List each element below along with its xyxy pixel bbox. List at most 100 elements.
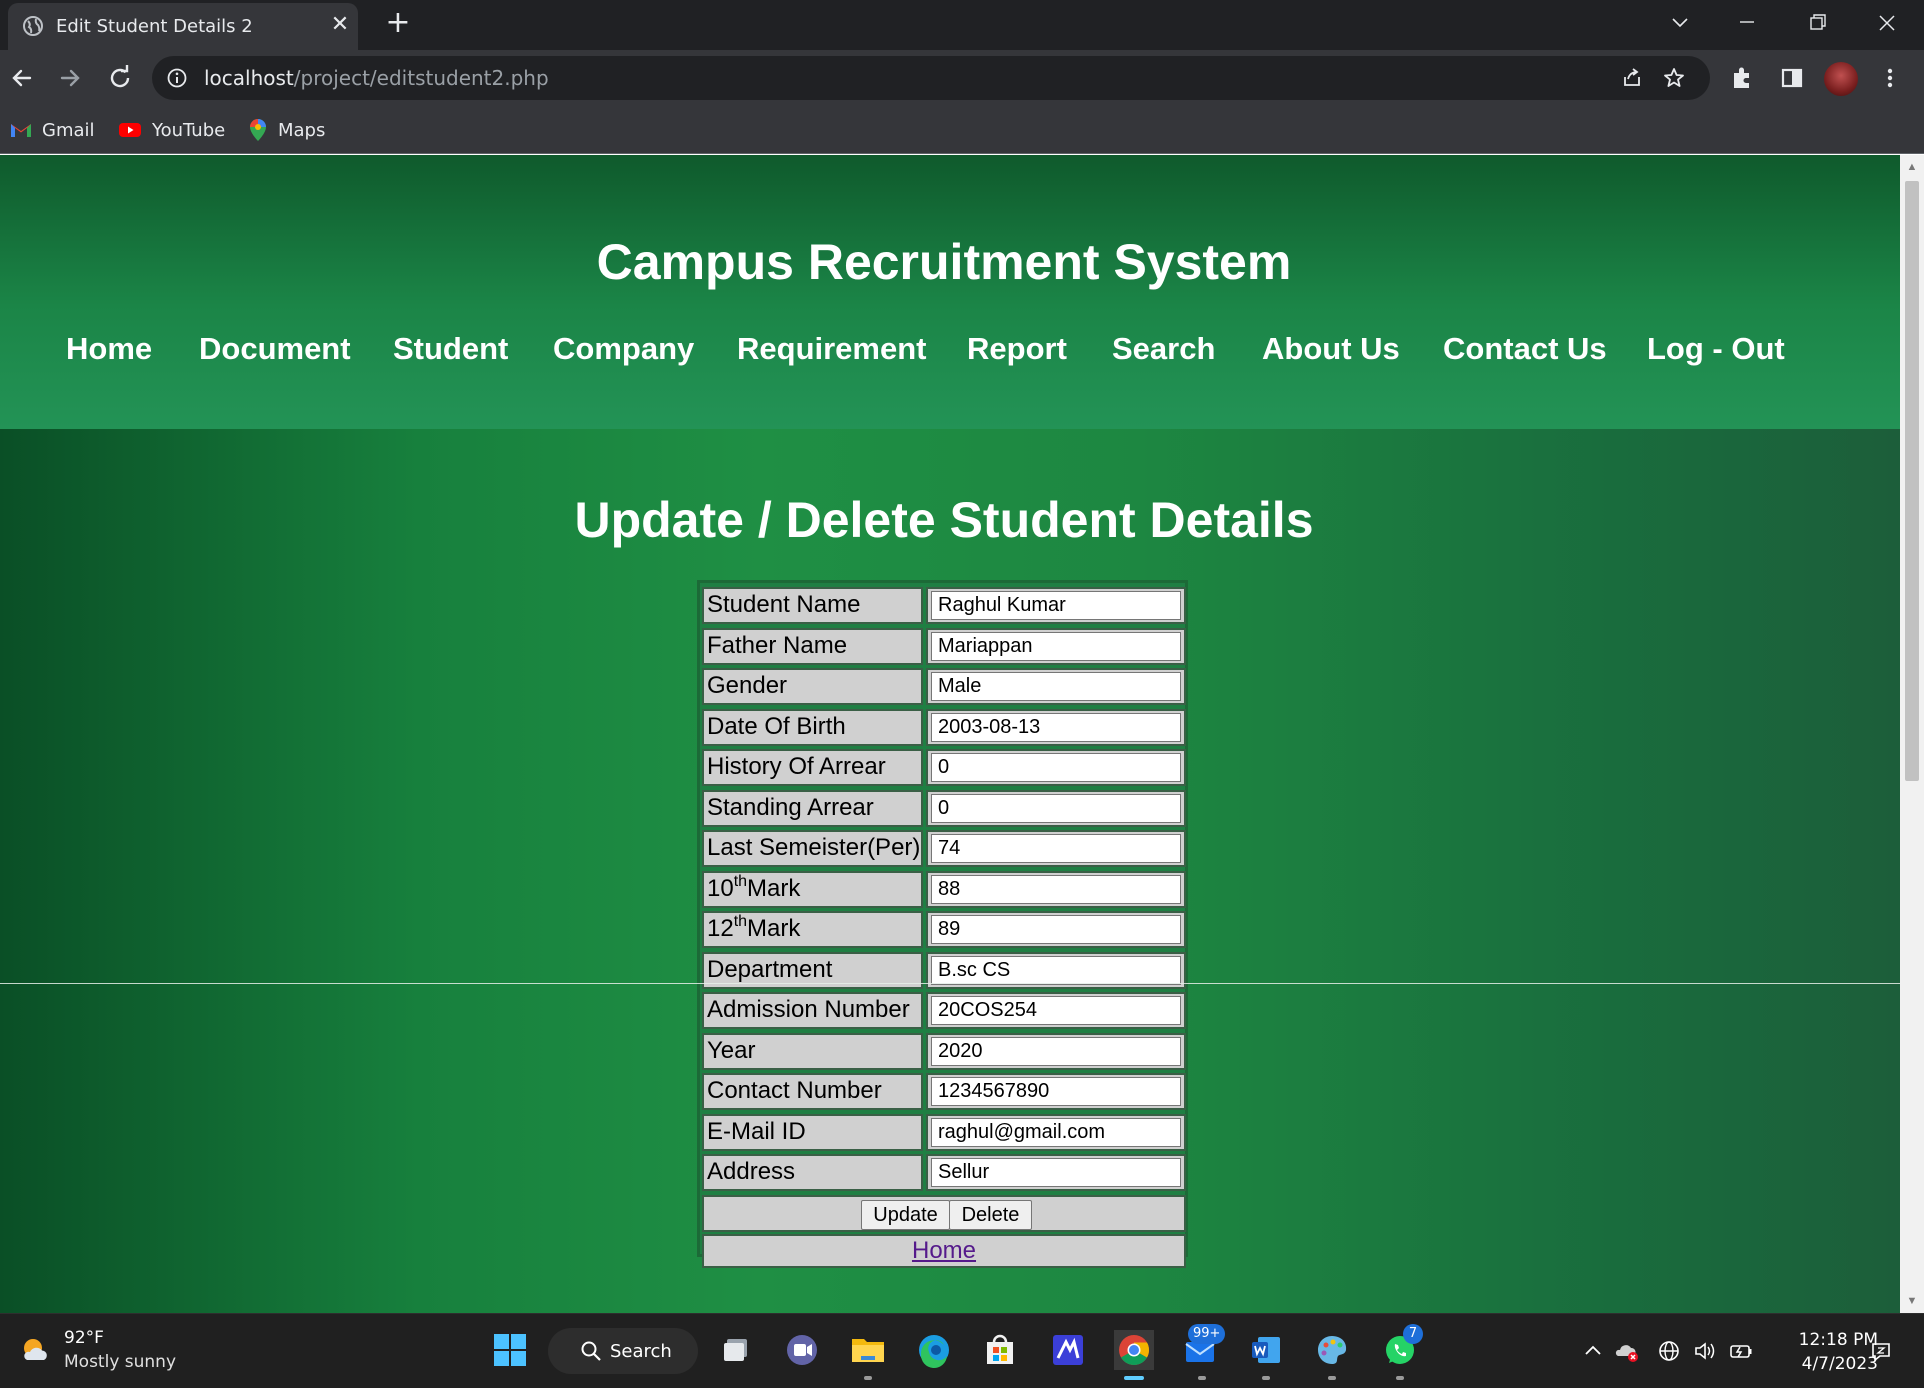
site-header: Campus Recruitment System Home Document … bbox=[0, 155, 1900, 429]
new-tab-icon[interactable]: + bbox=[382, 8, 414, 40]
volume-icon[interactable] bbox=[1692, 1338, 1718, 1364]
last-semester-input[interactable]: 74 bbox=[931, 834, 1181, 863]
gender-input[interactable]: Male bbox=[931, 672, 1181, 701]
site-info-icon[interactable] bbox=[166, 67, 188, 89]
nav-home[interactable]: Home bbox=[66, 331, 152, 367]
notifications-icon[interactable] bbox=[1868, 1338, 1894, 1364]
delete-button[interactable]: Delete bbox=[949, 1199, 1032, 1230]
field-label: Contact Number bbox=[702, 1073, 923, 1110]
bookmark-youtube[interactable]: YouTube bbox=[118, 116, 225, 144]
nav-requirement[interactable]: Requirement bbox=[737, 331, 926, 367]
more-menu-icon[interactable] bbox=[1876, 64, 1904, 92]
close-tab-icon[interactable]: ✕ bbox=[326, 11, 354, 39]
task-view-icon[interactable] bbox=[718, 1330, 758, 1370]
minimize-icon[interactable] bbox=[1727, 6, 1767, 40]
field-cell: 88 bbox=[926, 870, 1186, 908]
visual-studio-icon[interactable] bbox=[1048, 1330, 1088, 1370]
field-cell: Mariappan bbox=[926, 627, 1186, 665]
nav-document[interactable]: Document bbox=[199, 331, 351, 367]
home-link[interactable]: Home bbox=[912, 1237, 976, 1264]
nav-report[interactable]: Report bbox=[967, 331, 1067, 367]
label-superscript: th bbox=[733, 872, 748, 890]
history-of-arrear-input[interactable]: 0 bbox=[931, 753, 1181, 782]
field-label: Year bbox=[702, 1032, 923, 1070]
field-label: 12thMark bbox=[702, 911, 923, 948]
chrome-icon[interactable] bbox=[1114, 1330, 1154, 1370]
date-of-birth-input[interactable]: 2003-08-13 bbox=[931, 712, 1181, 742]
microsoft-store-icon[interactable] bbox=[980, 1330, 1020, 1370]
form-row: 12thMark 89 bbox=[702, 911, 1186, 948]
field-label: Standing Arrear bbox=[702, 789, 923, 827]
address-bar[interactable]: localhost/project/editstudent2.php bbox=[152, 56, 1710, 100]
scroll-thumb[interactable] bbox=[1905, 181, 1919, 781]
share-icon[interactable] bbox=[1620, 66, 1644, 90]
taskbar-search[interactable]: Search bbox=[548, 1328, 698, 1374]
restore-icon[interactable] bbox=[1797, 6, 1837, 40]
nav-log-out[interactable]: Log - Out bbox=[1647, 331, 1785, 367]
admission-number-input[interactable]: 20COS254 bbox=[931, 996, 1181, 1025]
nav-student[interactable]: Student bbox=[393, 331, 508, 367]
forward-arrow-icon[interactable] bbox=[54, 62, 86, 94]
bookmark-maps[interactable]: Maps bbox=[248, 116, 325, 144]
bookmark-label: Maps bbox=[278, 119, 326, 141]
word-icon[interactable] bbox=[1246, 1330, 1286, 1370]
profile-avatar[interactable] bbox=[1824, 62, 1858, 96]
father-name-input[interactable]: Mariappan bbox=[931, 631, 1181, 661]
chevron-up-icon[interactable] bbox=[1580, 1338, 1606, 1364]
form-row: Last Semeister(Per) 74 bbox=[702, 830, 1186, 867]
form-row: Standing Arrear 0 bbox=[702, 789, 1186, 827]
edge-browser-icon[interactable] bbox=[914, 1330, 954, 1370]
year-input[interactable]: 2020 bbox=[931, 1036, 1181, 1066]
student-name-input[interactable]: Raghul Kumar bbox=[931, 591, 1181, 620]
browser-tab[interactable]: Edit Student Details 2 ✕ bbox=[8, 3, 358, 50]
department-input[interactable]: B.sc CS bbox=[931, 955, 1181, 985]
page-scrollbar[interactable]: ▲ ▼ bbox=[1900, 155, 1924, 1313]
twelfth-mark-input[interactable]: 89 bbox=[931, 915, 1181, 944]
close-window-icon[interactable] bbox=[1867, 6, 1907, 40]
tenth-mark-input[interactable]: 88 bbox=[931, 874, 1181, 904]
extensions-puzzle-icon[interactable] bbox=[1728, 64, 1756, 92]
scroll-up-arrow-icon[interactable]: ▲ bbox=[1906, 161, 1918, 173]
address-input[interactable]: Sellur bbox=[931, 1158, 1181, 1187]
contact-number-input[interactable]: 1234567890 bbox=[931, 1077, 1181, 1106]
nav-contact-us[interactable]: Contact Us bbox=[1443, 331, 1607, 367]
side-panel-icon[interactable] bbox=[1778, 64, 1806, 92]
network-globe-icon[interactable] bbox=[1656, 1338, 1682, 1364]
url-text: localhost/project/editstudent2.php bbox=[204, 66, 549, 90]
field-cell: 89 bbox=[926, 911, 1186, 948]
label-superscript: th bbox=[733, 913, 748, 930]
weather-sun-cloud-icon[interactable] bbox=[18, 1332, 52, 1366]
field-cell: 2003-08-13 bbox=[926, 708, 1186, 746]
onedrive-error-icon[interactable] bbox=[1614, 1338, 1640, 1364]
reload-icon[interactable] bbox=[104, 62, 136, 94]
email-input[interactable]: raghul@gmail.com bbox=[931, 1117, 1181, 1147]
standing-arrear-input[interactable]: 0 bbox=[931, 793, 1181, 823]
nav-search[interactable]: Search bbox=[1112, 331, 1215, 367]
clock-time[interactable]: 12:18 PM bbox=[1786, 1330, 1878, 1350]
scroll-down-arrow-icon[interactable]: ▼ bbox=[1906, 1295, 1918, 1307]
battery-charging-icon[interactable] bbox=[1728, 1338, 1754, 1364]
search-icon bbox=[581, 1341, 601, 1361]
update-button[interactable]: Update bbox=[861, 1199, 950, 1230]
file-explorer-icon[interactable] bbox=[848, 1330, 888, 1370]
bookmarks-bar: Gmail YouTube Maps bbox=[0, 106, 1924, 154]
clock-date[interactable]: 4/7/2023 bbox=[1766, 1354, 1878, 1374]
windows-start-icon[interactable] bbox=[490, 1330, 530, 1370]
form-row: Student Name Raghul Kumar bbox=[702, 587, 1186, 624]
form-row: Year 2020 bbox=[702, 1032, 1186, 1070]
weather-temperature: 92°F bbox=[64, 1328, 104, 1348]
paint-icon[interactable] bbox=[1312, 1330, 1352, 1370]
back-arrow-icon[interactable] bbox=[6, 62, 38, 94]
whatsapp-notification-badge: 7 bbox=[1403, 1324, 1423, 1344]
nav-company[interactable]: Company bbox=[553, 331, 694, 367]
url-host: localhost bbox=[204, 66, 294, 90]
form-actions: Update Delete bbox=[702, 1194, 1186, 1232]
tab-search-chevron-icon[interactable] bbox=[1660, 6, 1700, 40]
teams-chat-icon[interactable] bbox=[782, 1330, 822, 1370]
bookmark-gmail[interactable]: Gmail bbox=[10, 116, 95, 144]
bookmark-star-icon[interactable] bbox=[1662, 66, 1686, 90]
active-indicator bbox=[1124, 1376, 1144, 1380]
field-cell: raghul@gmail.com bbox=[926, 1113, 1186, 1151]
nav-about-us[interactable]: About Us bbox=[1262, 331, 1400, 367]
field-cell: 2020 bbox=[926, 1032, 1186, 1070]
